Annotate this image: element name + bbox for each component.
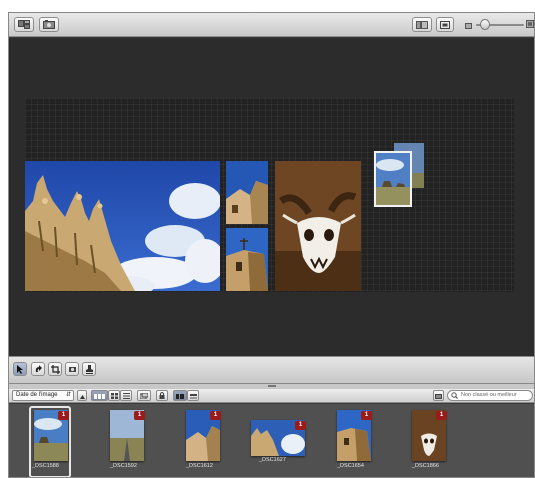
- thumbnail-filename: _DSC1588: [32, 463, 59, 469]
- layout-tools-button[interactable]: [14, 17, 34, 32]
- crop-tool-icon: [50, 364, 60, 374]
- thumbnail-cell[interactable]: 1 _DSC1612: [183, 406, 225, 477]
- sort-select-label: Date de l'image: [16, 392, 58, 398]
- view-mode-icon: [416, 20, 428, 29]
- rating-badge: 1: [210, 411, 221, 420]
- straighten-tool-icon: [68, 365, 77, 374]
- thumbnail-cell[interactable]: 1 _DSC1654: [334, 406, 376, 477]
- rating-badge: 1: [58, 411, 69, 420]
- photo-filter-button[interactable]: [433, 390, 444, 401]
- split-layout-button[interactable]: [187, 390, 199, 401]
- thumbnail-cell[interactable]: 1 _DSC1627: [249, 406, 309, 477]
- search-icon: [451, 392, 459, 400]
- splitter-grip-icon[interactable]: [268, 385, 276, 387]
- grid-view-icon: [110, 391, 118, 401]
- photo-filter-icon: [435, 391, 442, 401]
- list-view-button[interactable]: [120, 390, 132, 401]
- fit-button[interactable]: [436, 17, 454, 32]
- photo-tools-button[interactable]: [39, 17, 59, 32]
- straighten-tool-button[interactable]: [65, 362, 79, 376]
- photo-filmstrip: 1 _DSC1588 1 _DSC1592 1 _DSC1612 1 _DSC1…: [9, 404, 534, 477]
- sort-direction-button[interactable]: [77, 390, 87, 401]
- sort-ascending-icon: [79, 391, 85, 401]
- rating-badge: 1: [436, 411, 447, 420]
- tower-photo-bottom[interactable]: [226, 228, 268, 291]
- tools-bar: [9, 356, 534, 384]
- thumbnail-cell[interactable]: 1 _DSC1866: [409, 406, 451, 477]
- rating-badge: 1: [295, 421, 306, 430]
- stamp-tool-button[interactable]: [82, 362, 96, 376]
- lock-button[interactable]: [156, 390, 168, 401]
- stamp-tool-icon: [85, 364, 94, 374]
- arrow-tool-button[interactable]: [13, 362, 27, 376]
- sort-select[interactable]: Date de l'image ⇵: [12, 390, 74, 401]
- rotate-tool-icon: [34, 364, 43, 374]
- arrow-tool-icon: [16, 364, 24, 374]
- fit-icon: [440, 20, 450, 29]
- thumbnail-filename: _DSC1592: [110, 463, 137, 469]
- stack-icon: [139, 391, 149, 401]
- thumbnail-cell[interactable]: 1 _DSC1592: [107, 406, 149, 477]
- cow-skull-photo[interactable]: [275, 161, 361, 291]
- thumbnail-filename: _DSC1612: [186, 463, 213, 469]
- rating-badge: 1: [134, 411, 145, 420]
- book-layout-window: Date de l'image ⇵ Non classé ou meilleur…: [8, 12, 535, 478]
- stack-button[interactable]: [137, 390, 151, 401]
- view-mode-button[interactable]: [412, 17, 432, 32]
- filmstrip-view-icon: [94, 391, 105, 401]
- zoom-slider-thumb[interactable]: [479, 19, 490, 30]
- top-toolbar: [9, 13, 534, 37]
- select-arrows-icon: ⇵: [65, 392, 71, 398]
- filmstrip-layout-button[interactable]: [173, 390, 187, 401]
- book-page-spread[interactable]: [25, 98, 514, 292]
- dragged-photo-front[interactable]: [374, 151, 412, 207]
- layout-tools-icon: [18, 20, 30, 29]
- thumbnail-cell[interactable]: 1 _DSC1588: [29, 406, 71, 477]
- rating-badge: 1: [361, 411, 372, 420]
- thumbnail-filename: _DSC1627: [259, 457, 286, 463]
- lock-icon: [159, 391, 165, 401]
- browser-toolbar: Date de l'image ⇵ Non classé ou meilleur: [9, 389, 534, 403]
- tower-photo-top[interactable]: [226, 161, 268, 224]
- grid-view-button[interactable]: [108, 390, 120, 401]
- large-photo-icon: [526, 20, 534, 30]
- page-canvas: [9, 38, 534, 356]
- rotate-tool-button[interactable]: [31, 362, 45, 376]
- filter-search-field[interactable]: Non classé ou meilleur: [447, 390, 533, 401]
- filmstrip-view-button[interactable]: [91, 390, 108, 401]
- split-layout-icon: [189, 391, 197, 401]
- filter-placeholder: Non classé ou meilleur: [461, 392, 517, 398]
- photo-tools-icon: [43, 20, 55, 29]
- thumbnail-filename: _DSC1654: [337, 463, 364, 469]
- small-photo-icon: [465, 21, 472, 31]
- cathedral-sky-photo[interactable]: [25, 161, 220, 291]
- thumbnail-filename: _DSC1866: [412, 463, 439, 469]
- filmstrip-layout-icon: [176, 391, 184, 401]
- list-view-icon: [122, 391, 130, 401]
- crop-tool-button[interactable]: [48, 362, 62, 376]
